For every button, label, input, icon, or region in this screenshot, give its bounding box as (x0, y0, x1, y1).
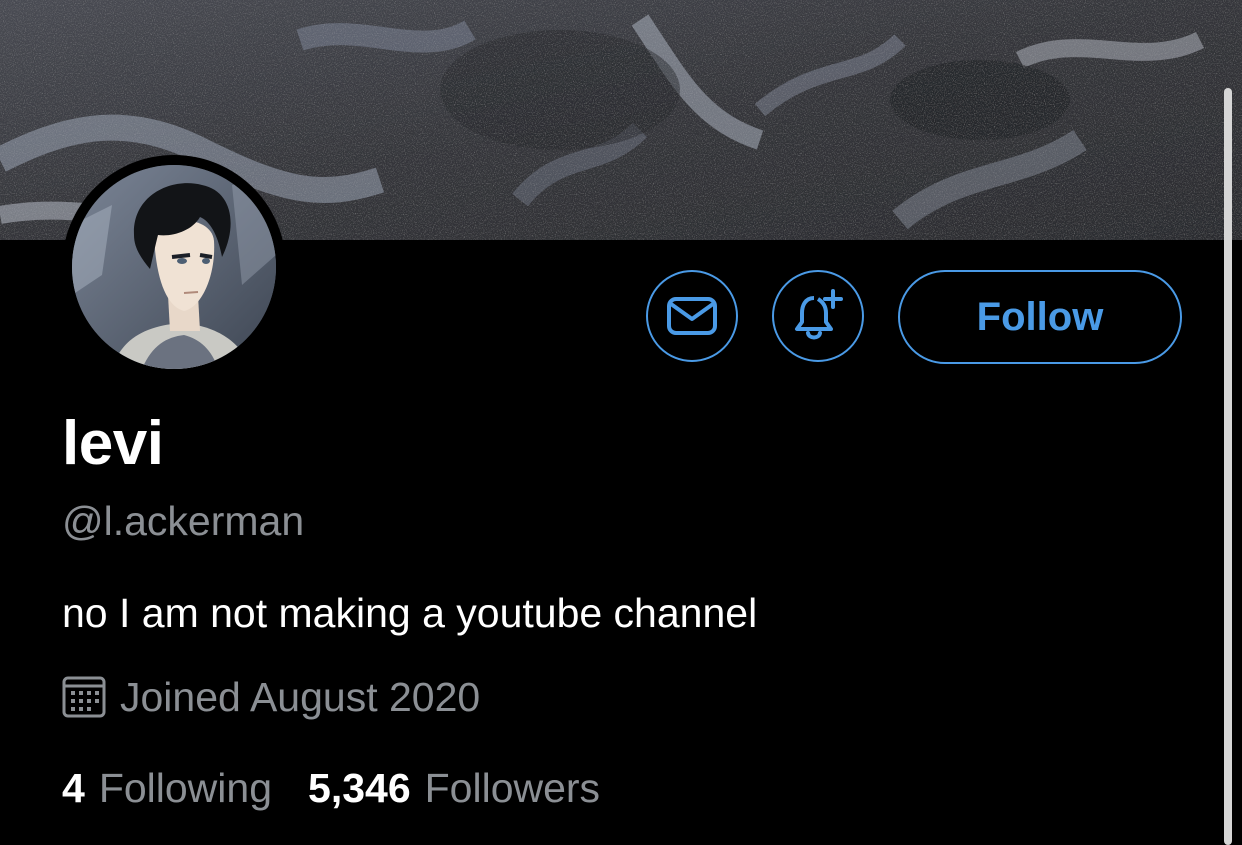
following-link[interactable]: 4 Following (62, 763, 272, 813)
user-handle: @l.ackerman (62, 498, 305, 544)
profile-bio: no I am not making a youtube channel (62, 590, 758, 636)
follow-stats: 4 Following 5,346 Followers (62, 763, 600, 813)
envelope-icon (667, 297, 717, 335)
followers-link[interactable]: 5,346 Followers (308, 763, 600, 813)
display-name: levi (62, 409, 164, 478)
avatar[interactable] (72, 165, 276, 369)
followers-count: 5,346 (308, 765, 411, 811)
bell-plus-icon (795, 289, 843, 340)
joined-date-text: Joined August 2020 (120, 674, 481, 720)
follow-button[interactable]: Follow (898, 270, 1182, 364)
calendar-icon (62, 676, 106, 718)
follow-button-label: Follow (976, 294, 1104, 339)
joined-date-row: Joined August 2020 (62, 671, 480, 723)
avatar-ring (62, 155, 286, 379)
message-button[interactable] (646, 270, 738, 362)
profile-page: Follow levi @l.ackerman no I am not maki… (0, 0, 1242, 845)
scrollbar[interactable] (1224, 88, 1232, 845)
followers-label: Followers (424, 765, 601, 811)
following-label: Following (98, 765, 273, 811)
notifications-button[interactable] (772, 270, 864, 362)
following-count: 4 (62, 765, 85, 811)
